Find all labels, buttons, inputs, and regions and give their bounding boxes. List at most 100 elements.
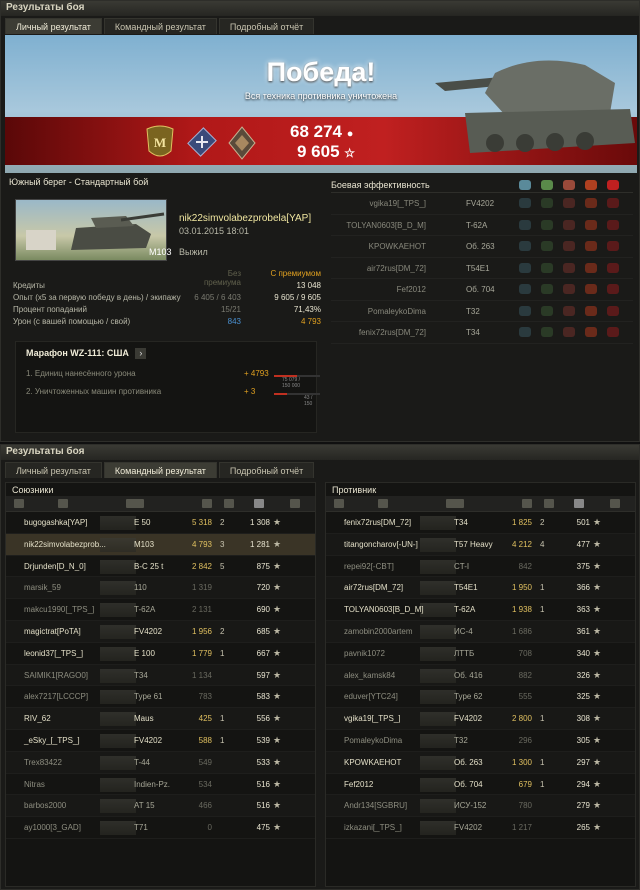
table-row[interactable]: Nitras Indien-Pz. 534 516 ★ (6, 774, 315, 796)
player-sort-icon[interactable] (378, 499, 388, 508)
efficiency-row[interactable]: KPOWKAEHOT Об. 263 (331, 236, 633, 258)
table-row[interactable]: magictrat[PoTA] FV4202 1 956 2 685 ★ (6, 620, 315, 643)
squad-sort-icon[interactable] (14, 499, 24, 508)
table-row[interactable]: bugogashka[YAP] E 50 5 318 2 1 308 ★ (6, 512, 315, 534)
tank-icon (420, 755, 456, 770)
table-row[interactable]: _eSky_[_TPS_] FV4202 588 1 539 ★ (6, 730, 315, 752)
tab-team-result[interactable]: Командный результат (103, 18, 217, 34)
enemy-tank: T34 (466, 328, 480, 337)
table-row[interactable]: alex_kamsk84 Об. 416 882 326 ★ (326, 664, 635, 687)
efficiency-row[interactable]: fenix72rus[DM_72] T34 (331, 322, 633, 344)
table-row[interactable]: ay1000[3_GAD] T71 0 475 ★ (6, 817, 315, 839)
class-badge-icon[interactable] (227, 125, 257, 161)
kill-icon (607, 241, 619, 251)
tank-icon (420, 733, 456, 748)
value-premium: 4 793 (300, 317, 321, 326)
medal-icon[interactable] (187, 125, 217, 161)
kills-value: 1 (540, 583, 545, 593)
medals-sort-icon[interactable] (610, 499, 620, 508)
tank-name: Об. 416 (454, 670, 483, 680)
mastery-badge-icon[interactable]: M (145, 125, 175, 161)
efficiency-panel: Боевая эффективность vgika19[_TPS_] FV42… (331, 177, 633, 344)
star-icon: ★ (593, 538, 602, 549)
player-name: nik22simvolabezprobela[YAP] (179, 213, 312, 224)
kills-value: 1 (220, 735, 225, 745)
kills-sort-icon[interactable] (224, 499, 234, 508)
squad-sort-icon[interactable] (334, 499, 344, 508)
damage-value: 1 686 (511, 626, 532, 636)
table-row[interactable]: titangoncharov[-UN-] T57 Heavy 4 212 4 4… (326, 533, 635, 556)
table-row[interactable]: PomaleykoDima T32 296 305 ★ (326, 730, 635, 752)
tank-icon (420, 559, 456, 574)
tab-detailed-report[interactable]: Подробный отчёт (218, 462, 315, 478)
efficiency-row[interactable]: Fef2012 Об. 704 (331, 279, 633, 301)
tank-icon (100, 821, 136, 836)
table-row[interactable]: leonid37[_TPS_] E 100 1 779 1 667 ★ (6, 643, 315, 665)
col-premium: С премиумом (270, 269, 321, 278)
table-row[interactable]: eduver[YTC24] Type 62 555 325 ★ (326, 686, 635, 709)
table-row[interactable]: makcu1990[_TPS_] T-62A 2 131 690 ★ (6, 599, 315, 621)
table-row[interactable]: pavnik1072 ЛТТБ 708 340 ★ (326, 643, 635, 665)
tank-icon (100, 624, 136, 639)
victory-subtitle: Вся техника противника уничтожена (244, 91, 398, 101)
player-name: Fef2012 (344, 779, 374, 789)
table-row[interactable]: RIV_62 Maus 425 1 556 ★ (6, 708, 315, 730)
table-row[interactable]: repei92[-CBT] CT-I 842 375 ★ (326, 556, 635, 578)
efficiency-row[interactable]: TOLYAN0603[B_D_M] T-62A (331, 215, 633, 236)
xp-value: 690 (256, 605, 270, 615)
table-row[interactable]: SAIMIK1[RAGO0] T34 1 134 597 ★ (6, 664, 315, 687)
tank-icon (100, 777, 136, 792)
table-row[interactable]: fenix72rus[DM_72] T34 1 825 2 501 ★ (326, 512, 635, 534)
damage-sort-icon[interactable] (202, 499, 212, 508)
table-row[interactable]: air72rus[DM_72] T54E1 1 950 1 366 ★ (326, 577, 635, 600)
kills-sort-icon[interactable] (544, 499, 554, 508)
damage-icon (585, 284, 597, 294)
player-sort-icon[interactable] (58, 499, 68, 508)
tank-name: FV4202 (454, 823, 483, 833)
tank-name: ЛТТБ (454, 648, 475, 658)
table-row[interactable]: KPOWKAEHOT Об. 263 1 300 1 297 ★ (326, 751, 635, 774)
xp-value: 305 (576, 735, 590, 745)
damage-value: 0 (207, 823, 212, 833)
player-name: alex_kamsk84 (344, 670, 396, 680)
table-row[interactable]: TOLYAN0603[B_D_M] T-62A 1 938 1 363 ★ (326, 599, 635, 621)
table-row[interactable]: barbos2000 AT 15 466 516 ★ (6, 795, 315, 818)
tab-personal-result[interactable]: Личный результат (5, 18, 102, 34)
tank-name: FV4202 (454, 714, 483, 724)
marathon-expand-button[interactable]: › (135, 348, 147, 359)
tank-sort-icon[interactable] (126, 499, 144, 508)
damage-sort-icon[interactable] (522, 499, 532, 508)
table-row[interactable]: Andr134[SGBRU] ИСУ-152 780 279 ★ (326, 795, 635, 818)
earnings-row: Кредиты 13 048 (13, 281, 323, 293)
table-row[interactable]: Fef2012 Об. 704 679 1 294 ★ (326, 774, 635, 796)
efficiency-row[interactable]: vgika19[_TPS_] FV4202 (331, 193, 633, 215)
medals-sort-icon[interactable] (290, 499, 300, 508)
tank-sort-icon[interactable] (446, 499, 464, 508)
xp-sort-icon[interactable] (254, 499, 264, 508)
damage-value: 2 131 (191, 605, 212, 615)
xp-sort-icon[interactable] (574, 499, 584, 508)
tracked-icon (541, 241, 553, 251)
efficiency-row[interactable]: PomaleykoDima T32 (331, 301, 633, 322)
enemies-title: Противник (332, 485, 377, 495)
table-row[interactable]: izkazani[_TPS_] FV4202 1 217 265 ★ (326, 817, 635, 839)
tab-bar: Личный результат Командный результат Под… (1, 460, 639, 478)
efficiency-row[interactable]: air72rus[DM_72] T54E1 (331, 258, 633, 279)
table-row[interactable]: vgika19[_TPS_] FV4202 2 800 1 308 ★ (326, 708, 635, 730)
table-row[interactable]: nik22simvolabezprob... M103 4 793 3 1 28… (6, 533, 315, 556)
tab-detailed-report[interactable]: Подробный отчёт (218, 18, 315, 34)
tab-team-result[interactable]: Командный результат (103, 462, 217, 478)
table-row[interactable]: zamobin2000artem ИС-4 1 686 361 ★ (326, 620, 635, 643)
enemy-name: air72rus[DM_72] (366, 263, 426, 273)
table-row[interactable]: Drjunden[D_N_0] B-C 25 t 2 842 5 875 ★ (6, 556, 315, 578)
table-row[interactable]: alex7217[LCCCP] Type 61 783 583 ★ (6, 686, 315, 709)
player-name: nik22simvolabezprob... (24, 539, 106, 549)
table-row[interactable]: Trex83422 T-44 549 533 ★ (6, 751, 315, 774)
tab-personal-result[interactable]: Личный результат (5, 462, 102, 478)
kill-icon (607, 198, 619, 208)
damage-value: 1 300 (511, 757, 532, 767)
spotted-icon (519, 305, 531, 316)
xp-value: 477 (576, 539, 590, 549)
table-row[interactable]: marsik_59 110 1 319 720 ★ (6, 577, 315, 600)
tab-bar: Личный результат Командный результат Под… (1, 16, 639, 34)
